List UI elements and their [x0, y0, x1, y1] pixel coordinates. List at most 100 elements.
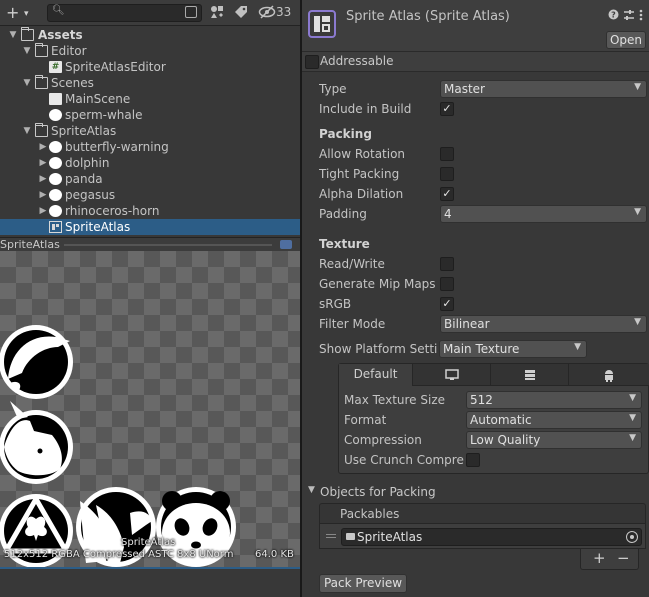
alpha-dilation-checkbox[interactable]: ✓: [440, 187, 454, 201]
padding-dropdown[interactable]: 4 ▼: [440, 205, 647, 223]
tree-asset-row[interactable]: MainScene: [0, 91, 300, 107]
presets-icon[interactable]: [623, 9, 635, 24]
max-texture-size-row: Max Texture Size 512 ▼: [344, 390, 644, 410]
platform-settings-label: Show Platform Settir: [319, 342, 437, 356]
svg-text:?: ?: [611, 11, 616, 20]
type-dropdown[interactable]: Master ▼: [440, 80, 647, 98]
filter-mode-dropdown[interactable]: Bilinear ▼: [440, 315, 647, 333]
tab-server[interactable]: [491, 364, 569, 386]
sprite-icon: [49, 173, 62, 185]
preview-header: SpriteAtlas: [0, 237, 300, 251]
packing-heading: Packing: [319, 127, 372, 141]
objects-for-packing-foldout[interactable]: ▼ Objects for Packing: [302, 482, 649, 502]
tree-asset-row[interactable]: ▶ panda: [0, 171, 300, 187]
asset-tree: ▼ Assets ▼ Editor # SpriteAtlasEditor ▼ Scenes M…: [0, 27, 300, 235]
folder-icon: [346, 533, 355, 540]
scene-icon: [49, 93, 62, 105]
add-item-button[interactable]: +: [593, 549, 606, 567]
chevron-down-icon: ▼: [629, 413, 636, 423]
read-write-checkbox[interactable]: [440, 257, 454, 271]
format-dropdown[interactable]: Automatic ▼: [466, 411, 642, 429]
tab-android[interactable]: [569, 364, 649, 386]
tree-item-label: panda: [65, 172, 103, 186]
sprite-icon: [49, 157, 62, 169]
tree-asset-row[interactable]: ▶ dolphin: [0, 155, 300, 171]
open-button[interactable]: Open: [606, 31, 646, 49]
pack-preview-button[interactable]: Pack Preview: [319, 574, 407, 593]
tree-asset-row[interactable]: sperm-whale: [0, 107, 300, 123]
foldout-collapsed-icon[interactable]: ▶: [38, 155, 48, 171]
filter-mode-row: Filter Mode Bilinear ▼: [319, 314, 649, 334]
include-in-build-checkbox[interactable]: ✓: [440, 102, 454, 116]
filter-by-label-icon[interactable]: [234, 5, 248, 21]
tree-asset-row[interactable]: SpriteAtlas: [0, 219, 300, 235]
foldout-expanded-icon[interactable]: ▼: [22, 75, 32, 91]
platform-settings-dropdown[interactable]: Main Texture ▼: [439, 340, 587, 358]
padding-label: Padding: [319, 207, 367, 221]
tight-packing-label: Tight Packing: [319, 167, 400, 181]
packables-list: SpriteAtlas: [319, 524, 646, 549]
tree-folder-row[interactable]: ▼ Scenes: [0, 75, 300, 91]
allow-rotation-checkbox[interactable]: [440, 147, 454, 161]
object-picker-icon[interactable]: [626, 531, 638, 543]
foldout-collapsed-icon[interactable]: ▶: [38, 187, 48, 203]
tree-asset-row[interactable]: ▶ pegasus: [0, 187, 300, 203]
packable-value: SpriteAtlas: [357, 530, 423, 544]
tab-standalone[interactable]: [413, 364, 491, 386]
generate-mip-maps-label: Generate Mip Maps: [319, 277, 436, 291]
remove-item-button[interactable]: −: [617, 549, 630, 567]
foldout-expanded-icon[interactable]: ▼: [8, 27, 18, 43]
hidden-packages-icon[interactable]: [258, 5, 276, 21]
generate-mip-maps-row: Generate Mip Maps: [319, 274, 649, 294]
max-texture-size-dropdown[interactable]: 512 ▼: [466, 391, 642, 409]
tree-item-label: Scenes: [51, 76, 94, 90]
tight-packing-checkbox[interactable]: [440, 167, 454, 181]
preview-size: 64.0 KB: [255, 549, 294, 560]
search-input[interactable]: 🔍︎: [47, 4, 202, 22]
foldout-expanded-icon[interactable]: ▼: [22, 123, 32, 139]
tree-item-label: SpriteAtlas: [65, 220, 131, 234]
filter-by-type-icon[interactable]: [209, 5, 225, 21]
chevron-down-icon: ▼: [629, 393, 636, 403]
alpha-dilation-label: Alpha Dilation: [319, 187, 404, 201]
preview-resize-handle[interactable]: [64, 244, 272, 246]
use-crunch-checkbox[interactable]: [466, 453, 480, 467]
search-in-new-window-icon[interactable]: [185, 6, 197, 18]
tree-item-label: Editor: [51, 44, 87, 58]
tree-asset-row[interactable]: ▶ rhinoceros-horn: [0, 203, 300, 219]
csharp-script-icon: #: [49, 61, 62, 73]
max-texture-size-label: Max Texture Size: [344, 393, 445, 407]
addressable-checkbox[interactable]: [305, 55, 319, 69]
help-icon[interactable]: ?: [608, 9, 619, 23]
foldout-collapsed-icon[interactable]: ▶: [38, 203, 48, 219]
compression-dropdown[interactable]: Low Quality ▼: [466, 431, 642, 449]
tree-asset-row[interactable]: ▶ butterfly-warning: [0, 139, 300, 155]
packable-object-field[interactable]: SpriteAtlas: [341, 528, 642, 546]
tree-folder-row[interactable]: ▼ SpriteAtlas: [0, 123, 300, 139]
drag-handle-icon[interactable]: [326, 534, 336, 538]
objects-for-packing-label: Objects for Packing: [320, 485, 436, 499]
alpha-dilation-row: Alpha Dilation ✓: [319, 184, 649, 204]
foldout-collapsed-icon[interactable]: ▶: [38, 171, 48, 187]
preview-menu-icon[interactable]: [280, 240, 292, 249]
dolphin-sprite: [0, 325, 73, 399]
tree-folder-row[interactable]: ▼ Assets: [0, 27, 300, 43]
tab-default[interactable]: Default: [339, 364, 413, 386]
folder-icon: [34, 75, 48, 89]
tree-item-label: butterfly-warning: [65, 140, 169, 154]
tree-asset-row[interactable]: # SpriteAtlasEditor: [0, 59, 300, 75]
foldout-expanded-icon: ▼: [308, 485, 315, 495]
list-add-remove: + −: [580, 549, 639, 570]
foldout-expanded-icon[interactable]: ▼: [22, 43, 32, 59]
srgb-checkbox[interactable]: ✓: [440, 297, 454, 311]
include-in-build-row: Include in Build ✓: [319, 99, 649, 119]
kebab-menu-icon[interactable]: [639, 9, 643, 24]
generate-mip-maps-checkbox[interactable]: [440, 277, 454, 291]
packables-label: Packables: [340, 507, 400, 521]
foldout-collapsed-icon[interactable]: ▶: [38, 139, 48, 155]
tree-folder-row[interactable]: ▼ Editor: [0, 43, 300, 59]
create-button[interactable]: + ▾: [6, 4, 38, 22]
inspector-header: Sprite Atlas (Sprite Atlas) ? Open: [302, 0, 649, 52]
inspector-panel: Sprite Atlas (Sprite Atlas) ? Open Addre…: [302, 0, 649, 597]
grid-icon: [524, 370, 535, 380]
